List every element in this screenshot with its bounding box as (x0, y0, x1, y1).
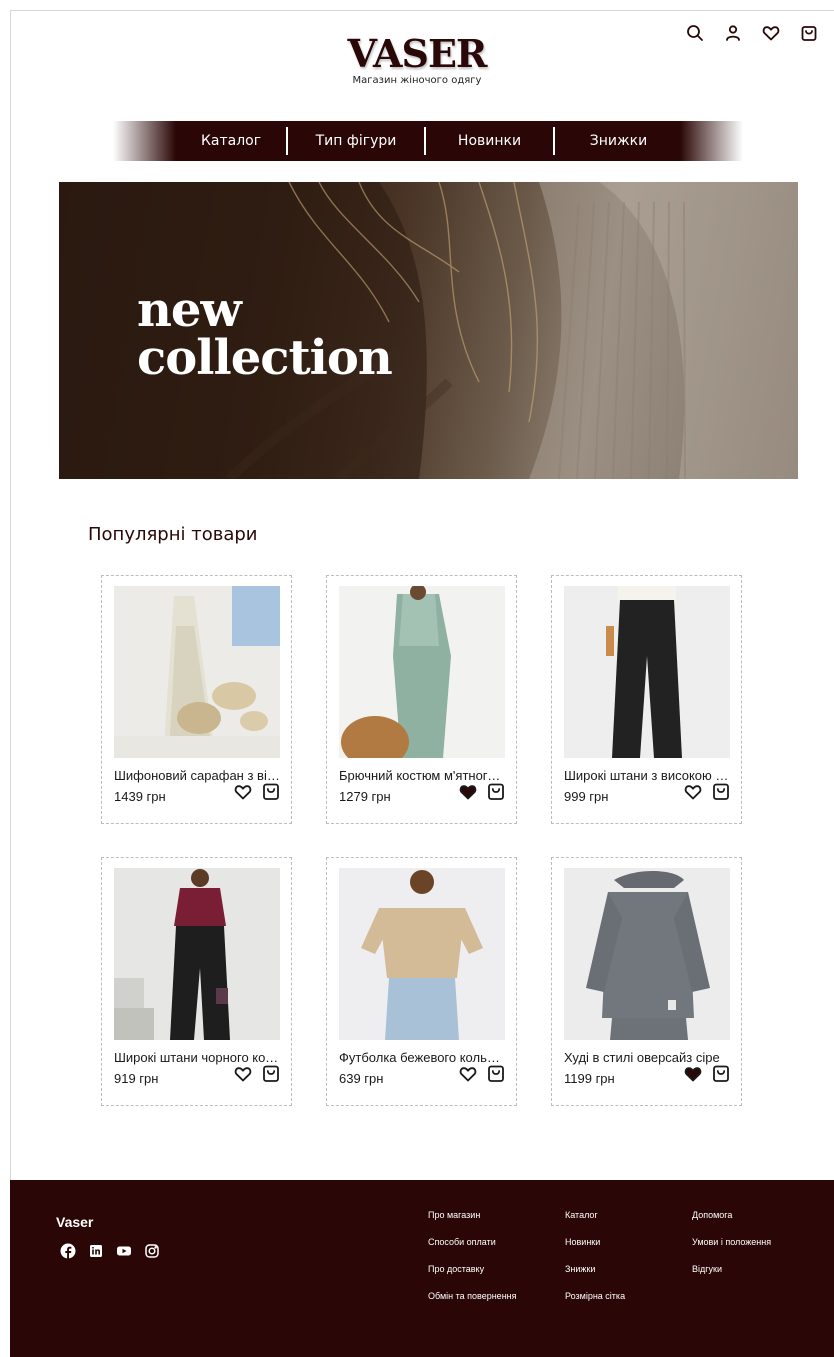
search-icon[interactable] (686, 24, 704, 42)
bag-icon[interactable] (487, 1064, 505, 1083)
footer: Vaser Про магазин Способи оплати Про дос… (10, 1180, 834, 1357)
footer-link-size-chart[interactable]: Розмірна сітка (565, 1291, 625, 1301)
footer-link-about[interactable]: Про магазин (428, 1210, 517, 1220)
product-price: 919 грн (114, 1071, 159, 1086)
footer-link-returns[interactable]: Обмін та повернення (428, 1291, 517, 1301)
heart-filled-icon[interactable] (684, 1065, 702, 1083)
hero-line-1: new (137, 282, 242, 338)
product-name[interactable]: Футболка бежевого кольору (339, 1050, 505, 1065)
footer-link-terms[interactable]: Умови і положення (692, 1237, 771, 1247)
product-card[interactable]: Брючний костюм м'ятного кольору 1279 грн (326, 575, 517, 824)
footer-link-catalog[interactable]: Каталог (565, 1210, 625, 1220)
product-name[interactable]: Шифоновий сарафан з візерунком (114, 768, 280, 783)
bag-icon[interactable] (487, 782, 505, 801)
bag-icon[interactable] (712, 1064, 730, 1083)
footer-link-new[interactable]: Новинки (565, 1237, 625, 1247)
footer-col-help: Допомога Умови і положення Відгуки (692, 1210, 771, 1291)
bag-icon[interactable] (800, 24, 818, 42)
footer-brand[interactable]: Vaser (56, 1214, 93, 1230)
footer-col-info: Про магазин Способи оплати Про доставку … (428, 1210, 517, 1318)
product-card[interactable]: Шифоновий сарафан з візерунком 1439 грн (101, 575, 292, 824)
product-price: 1439 грн (114, 789, 166, 804)
youtube-icon[interactable] (116, 1243, 132, 1259)
hero-banner[interactable]: new collection (59, 182, 798, 479)
heart-icon[interactable] (762, 24, 780, 42)
hero-heading: new collection (137, 282, 393, 386)
heart-icon[interactable] (234, 1065, 252, 1083)
heart-filled-icon[interactable] (459, 783, 477, 801)
footer-link-payment[interactable]: Способи оплати (428, 1237, 517, 1247)
nav-items: Каталог Тип фігури Новинки Знижки (176, 121, 682, 161)
grey-hoodie-photo[interactable] (564, 868, 730, 1040)
product-price: 1279 грн (339, 789, 391, 804)
linkedin-icon[interactable] (88, 1243, 104, 1259)
heart-icon[interactable] (684, 783, 702, 801)
header-icons (686, 24, 818, 42)
footer-social (60, 1243, 160, 1259)
popular-title: Популярні товари (88, 524, 258, 545)
bag-icon[interactable] (262, 1064, 280, 1083)
heart-icon[interactable] (459, 1065, 477, 1083)
product-name[interactable]: Широкі штани чорного кольору (114, 1050, 280, 1065)
dress-photo[interactable] (114, 586, 280, 758)
bag-icon[interactable] (712, 782, 730, 801)
product-card[interactable]: Широкі штани з високою талією 999 грн (551, 575, 742, 824)
product-name[interactable]: Широкі штани з високою талією (564, 768, 730, 783)
nav-item-figure-type[interactable]: Тип фігури (288, 133, 424, 149)
black-trousers-photo[interactable] (564, 586, 730, 758)
product-card[interactable]: Худі в стилі оверсайз сіре 1199 грн (551, 857, 742, 1106)
heart-icon[interactable] (234, 783, 252, 801)
nav-item-new[interactable]: Новинки (426, 133, 553, 149)
nav-item-sale[interactable]: Знижки (555, 133, 682, 149)
burgundy-blouse-photo[interactable] (114, 868, 280, 1040)
facebook-icon[interactable] (60, 1243, 76, 1259)
footer-link-reviews[interactable]: Відгуки (692, 1264, 771, 1274)
mint-suit-photo[interactable] (339, 586, 505, 758)
hero-line-2: collection (137, 330, 393, 386)
product-price: 1199 грн (564, 1071, 615, 1086)
product-name[interactable]: Брючний костюм м'ятного кольору (339, 768, 505, 783)
footer-link-sale[interactable]: Знижки (565, 1264, 625, 1274)
footer-link-help[interactable]: Допомога (692, 1210, 771, 1220)
beige-tshirt-photo[interactable] (339, 868, 505, 1040)
user-icon[interactable] (724, 24, 742, 42)
product-card[interactable]: Широкі штани чорного кольору 919 грн (101, 857, 292, 1106)
product-card[interactable]: Футболка бежевого кольору 639 грн (326, 857, 517, 1106)
product-price: 639 грн (339, 1071, 384, 1086)
bag-icon[interactable] (262, 782, 280, 801)
product-name[interactable]: Худі в стилі оверсайз сіре (564, 1050, 730, 1065)
main-nav: Каталог Тип фігури Новинки Знижки (113, 121, 743, 161)
footer-col-shop: Каталог Новинки Знижки Розмірна сітка (565, 1210, 625, 1318)
logo-subtitle: Магазин жіночого одягу (352, 75, 482, 86)
nav-item-catalog[interactable]: Каталог (176, 133, 286, 149)
instagram-icon[interactable] (144, 1243, 160, 1259)
footer-link-delivery[interactable]: Про доставку (428, 1264, 517, 1274)
product-price: 999 грн (564, 789, 609, 804)
